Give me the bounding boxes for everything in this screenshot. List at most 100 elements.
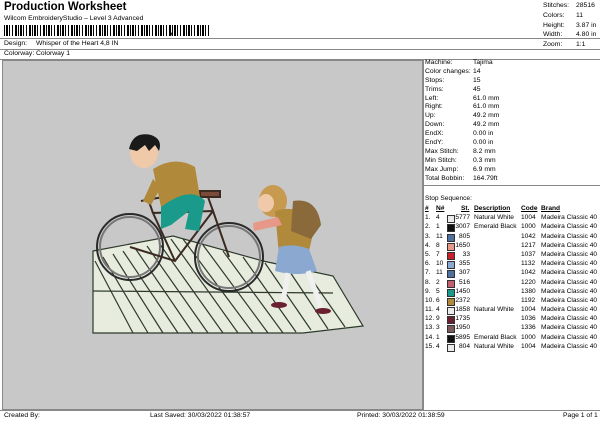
thread-code: 1042 [521, 232, 536, 240]
machine-label: Stops: [425, 76, 445, 84]
barcode [4, 25, 209, 36]
stitch-count: 5895 [455, 333, 470, 341]
machine-label: Max Jump: [425, 165, 459, 173]
color-swatch [447, 307, 455, 316]
machine-value: 0.3 mm [473, 156, 496, 164]
thread-brand: Madeira Classic 40 [541, 232, 598, 240]
color-swatch [447, 343, 455, 352]
needle-number: 4 [436, 306, 440, 314]
thread-code: 1004 [521, 342, 536, 350]
design-label: Design: [4, 40, 28, 47]
thread-description: Emerald Black [474, 223, 517, 231]
machine-label: EndY: [425, 139, 444, 147]
color-swatch [447, 251, 455, 260]
stat-value: 3.87 in [576, 21, 597, 29]
machine-label: Min Stitch: [425, 156, 457, 164]
color-swatch [447, 334, 455, 343]
needle-number: 11 [436, 232, 443, 240]
machine-row: Right: 61.0 mm [425, 103, 499, 112]
color-swatch [447, 279, 455, 288]
stitch-count: 307 [458, 269, 470, 277]
needle-number: 8 [436, 241, 440, 249]
color-swatch [447, 242, 455, 251]
thread-code: 1000 [521, 223, 536, 231]
machine-value: Tajima [473, 59, 493, 66]
design-value: Whisper of the Heart 4,8 IN [36, 40, 119, 47]
stat-label: Colors: [543, 11, 565, 19]
color-swatch [447, 224, 455, 233]
machine-row: Max Jump: 6.9 mm [425, 166, 499, 175]
machine-value: 45 [473, 85, 481, 93]
needle-number: 3 [436, 324, 440, 332]
thread-brand: Madeira Classic 40 [541, 250, 598, 258]
divider [0, 38, 600, 39]
stop-number: 6. [425, 260, 431, 268]
color-swatch [447, 297, 455, 306]
col-header: St. [461, 205, 470, 212]
thread-brand: Madeira Classic 40 [541, 306, 598, 314]
machine-value: 49.2 mm [473, 112, 500, 120]
machine-label: Up: [425, 112, 436, 120]
stitch-count: 1450 [455, 287, 470, 295]
thread-description: Natural White [474, 342, 514, 350]
machine-value: 6.9 mm [473, 165, 496, 173]
thread-code: 1380 [521, 287, 536, 295]
col-header: Code [521, 205, 538, 212]
needle-number: 4 [436, 342, 440, 350]
machine-label: Right: [425, 103, 443, 111]
machine-row: Machine: Tajima [425, 59, 499, 68]
thread-code: 1036 [521, 315, 536, 323]
machine-value: 0.00 in [473, 130, 494, 138]
needle-number: 11 [436, 269, 443, 277]
thread-description: Emerald Black [474, 333, 517, 341]
thread-brand: Madeira Classic 40 [541, 342, 598, 350]
machine-value: 61.0 mm [473, 103, 500, 111]
machine-info: Machine: Tajima Color changes: 14 Stops: 15… [425, 59, 499, 183]
thread-brand: Madeira Classic 40 [541, 315, 598, 323]
machine-label: Total Bobbin: [425, 174, 465, 182]
stat-stitches: Stitches: 28516 [543, 2, 596, 12]
design-preview [2, 60, 423, 410]
footer-printed: Printed: 30/03/2022 01:38:59 [357, 412, 445, 419]
machine-label: Color changes: [425, 67, 471, 75]
machine-row: Down: 49.2 mm [425, 121, 499, 130]
design-stats: Stitches: 28516 Colors: 11 Height: 3.87 in … [543, 2, 596, 51]
color-swatch [447, 233, 455, 242]
machine-label: Machine: [425, 59, 453, 66]
needle-number: 6 [436, 296, 440, 304]
thread-code: 1004 [521, 306, 536, 314]
stitch-count: 804 [458, 342, 470, 350]
stat-value: 11 [576, 11, 584, 19]
software-subtitle: Wilcom EmbroideryStudio – Level 3 Advanc… [4, 15, 144, 22]
thread-brand: Madeira Classic 40 [541, 214, 598, 222]
machine-label: Max Stitch: [425, 147, 459, 155]
thread-code: 1217 [521, 241, 536, 249]
machine-row: Color changes: 14 [425, 68, 499, 77]
thread-brand: Madeira Classic 40 [541, 278, 598, 286]
stat-colors: Colors: 11 [543, 12, 596, 22]
worksheet-title: Production Worksheet [4, 1, 127, 13]
footer-last-saved: Last Saved: 30/03/2022 01:38:57 [150, 412, 251, 419]
stat-value: 1:1 [576, 41, 586, 49]
thread-brand: Madeira Classic 40 [541, 287, 598, 295]
thread-brand: Madeira Classic 40 [541, 324, 598, 332]
thread-code: 1132 [521, 260, 536, 268]
stat-label: Width: [543, 31, 563, 39]
machine-row: EndY: 0.00 in [425, 139, 499, 148]
stairs [92, 235, 364, 334]
footer-created-by: Created By: [4, 412, 40, 419]
machine-row: Up: 49.2 mm [425, 112, 499, 121]
stop-number: 14. [425, 333, 435, 341]
thread-brand: Madeira Classic 40 [541, 269, 598, 277]
machine-value: 0.00 in [473, 139, 494, 147]
stitch-count: 1858 [455, 306, 470, 314]
stop-number: 10. [425, 296, 435, 304]
stop-sequence-label: Stop Sequence: [425, 195, 472, 202]
stop-number: 11. [425, 306, 434, 314]
stop-number: 12. [425, 315, 435, 323]
needle-number: 2 [436, 278, 440, 286]
thread-description: Natural White [474, 214, 514, 222]
stat-label: Height: [543, 21, 565, 29]
stitch-count: 1650 [455, 241, 470, 249]
thread-code: 1192 [521, 296, 536, 304]
